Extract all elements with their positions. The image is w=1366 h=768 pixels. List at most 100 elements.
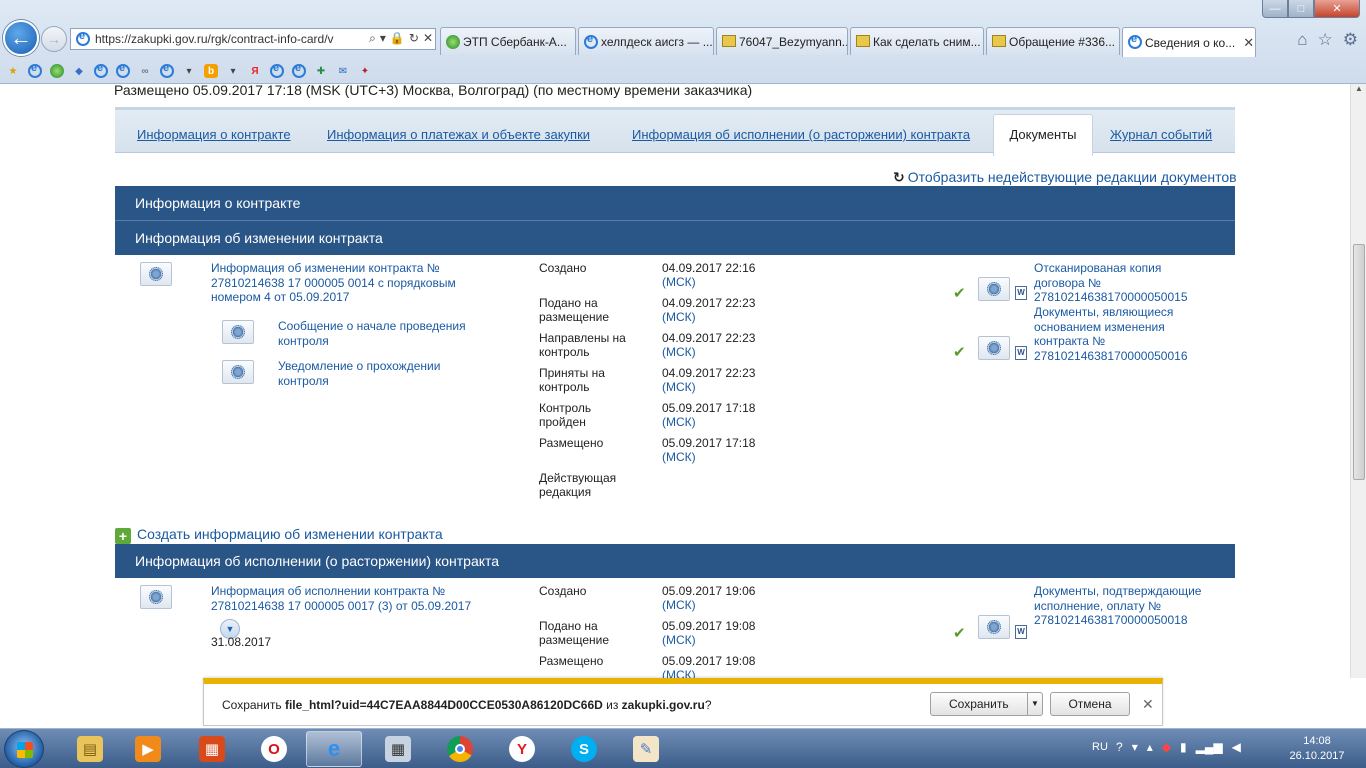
browser-tab-2[interactable]: хелпдеск аисгз — ...: [578, 27, 714, 55]
signal-icon[interactable]: ▂▄▆: [1196, 740, 1223, 754]
tab-payments-info[interactable]: Информация о платежах и объекте закупки: [327, 127, 590, 142]
certificate-icon[interactable]: [978, 277, 1010, 301]
chevron-down-icon[interactable]: ▼: [1027, 693, 1042, 715]
certificate-icon[interactable]: [222, 320, 254, 344]
paint-app[interactable]: ✎: [618, 731, 674, 767]
fav-ie-icon[interactable]: [292, 62, 306, 78]
favorites-icon[interactable]: ☆: [1318, 30, 1333, 50]
clock[interactable]: 14:08 26.10.2017: [1286, 734, 1348, 764]
fav-gift-icon[interactable]: ✚: [314, 64, 328, 78]
certificate-icon[interactable]: [140, 585, 172, 609]
fav-mail-icon[interactable]: ✉: [336, 64, 350, 78]
browser-tab-5[interactable]: Обращение #336...: [986, 27, 1120, 55]
skype-app[interactable]: S: [556, 731, 612, 767]
download-prefix: Сохранить: [222, 698, 285, 712]
lock-icon[interactable]: 🔒: [390, 31, 405, 46]
status-label: Приняты на контроль: [539, 366, 605, 394]
volume-icon[interactable]: ◀: [1232, 740, 1241, 754]
opera-app[interactable]: O: [246, 731, 302, 767]
home-icon[interactable]: ⌂: [1297, 30, 1307, 50]
certificate-icon[interactable]: [978, 336, 1010, 360]
fav-ie-icon[interactable]: [270, 62, 284, 78]
scroll-up-icon[interactable]: ▲: [1351, 84, 1366, 100]
control-passed-notice-link[interactable]: Уведомление о прохождении контроля: [278, 359, 478, 388]
fav-dropdown-icon[interactable]: ▾: [182, 64, 196, 78]
browser-tab-3[interactable]: 76047_Bezymyann...: [716, 27, 848, 55]
scroll-thumb[interactable]: [1353, 244, 1365, 480]
fav-link-icon[interactable]: ∞: [138, 64, 152, 78]
vertical-scrollbar[interactable]: ▲: [1350, 84, 1366, 678]
arrow-left-icon: ←: [10, 25, 32, 50]
yandex-app[interactable]: Y: [494, 731, 550, 767]
refresh-icon[interactable]: ↻: [409, 31, 419, 46]
back-button[interactable]: ←: [3, 20, 39, 56]
favorites-star-icon[interactable]: ★: [6, 64, 20, 78]
search-icon[interactable]: ⌕: [369, 31, 376, 46]
word-document-icon[interactable]: W: [1015, 625, 1027, 639]
fav-emblem-icon[interactable]: ✦: [358, 64, 372, 78]
close-tab-icon[interactable]: ✕: [1235, 35, 1254, 51]
execution-docs-link[interactable]: Документы, подтверждающие исполнение, оп…: [1034, 584, 1204, 628]
language-indicator[interactable]: RU: [1092, 741, 1108, 753]
help-icon[interactable]: ?: [1116, 740, 1123, 754]
explorer-app[interactable]: ▤: [62, 731, 118, 767]
change-info-link[interactable]: Информация об изменении контракта № 2781…: [211, 261, 481, 305]
fav-diamond-icon[interactable]: ◆: [72, 64, 86, 78]
chevron-down-icon: ▼: [225, 624, 235, 634]
save-button[interactable]: Сохранить ▼: [930, 692, 1043, 716]
certificate-icon[interactable]: [222, 360, 254, 384]
word-document-icon[interactable]: W: [1015, 286, 1027, 300]
certificate-icon[interactable]: [978, 615, 1010, 639]
gear-icon[interactable]: ⚙: [1343, 30, 1358, 50]
tray-expand-icon[interactable]: ▴: [1147, 740, 1153, 754]
stop-icon[interactable]: ✕: [423, 31, 433, 46]
close-window-button[interactable]: ✕: [1314, 0, 1360, 18]
fav-sberbank-icon[interactable]: [50, 64, 64, 78]
forward-button[interactable]: →: [41, 26, 67, 52]
usb-icon[interactable]: ▮: [1180, 740, 1187, 754]
change-basis-docs-link[interactable]: Документы, являющиеся основанием изменен…: [1034, 305, 1204, 363]
fav-ie-icon[interactable]: [116, 62, 130, 78]
cancel-button[interactable]: Отмена: [1050, 692, 1130, 716]
fav-ie-icon[interactable]: [28, 62, 42, 78]
word-document-icon[interactable]: W: [1015, 346, 1027, 360]
dropdown-icon[interactable]: ▾: [380, 31, 386, 46]
tab-contract-info[interactable]: Информация о контракте: [137, 127, 291, 142]
execution-info-link[interactable]: Информация об исполнении контракта № 278…: [211, 584, 491, 613]
show-inactive-link[interactable]: ↻ Отобразить недействующие редакции докум…: [893, 169, 1237, 186]
status-label: Подано на размещение: [539, 619, 610, 647]
control-start-message-link[interactable]: Сообщение о начале проведения контроля: [278, 319, 488, 348]
minimize-button[interactable]: —: [1262, 0, 1288, 18]
address-bar[interactable]: https://zakupki.gov.ru/rgk/contract-info…: [70, 28, 436, 50]
media-player-app[interactable]: ▶: [120, 731, 176, 767]
calculator-app[interactable]: ▦: [370, 731, 426, 767]
execution-date: 31.08.2017: [211, 635, 272, 649]
status-date: 04.09.2017 22:23: [662, 366, 756, 380]
scanned-contract-link[interactable]: Отсканированая копия договора № 27810214…: [1034, 261, 1214, 305]
browser-tab-4[interactable]: Как сделать сним...: [850, 27, 984, 55]
office-app[interactable]: ▦: [184, 731, 240, 767]
tab-documents[interactable]: Документы: [993, 114, 1093, 156]
fav-yandex-icon[interactable]: Я: [248, 64, 262, 78]
close-icon[interactable]: ✕: [1142, 696, 1154, 713]
antivirus-icon[interactable]: ◆: [1162, 740, 1171, 754]
fav-dropdown-icon[interactable]: ▾: [226, 64, 240, 78]
certificate-icon[interactable]: [140, 262, 172, 286]
timezone-label: (МСК): [662, 668, 696, 678]
tab-label: Обращение #336...: [1009, 34, 1116, 49]
browser-tab-1[interactable]: ЭТП Сбербанк-А...: [440, 27, 576, 55]
fav-ie-icon[interactable]: [94, 62, 108, 78]
tab-execution-info[interactable]: Информация об исполнении (о расторжении)…: [632, 127, 970, 142]
maximize-button[interactable]: □: [1288, 0, 1314, 18]
browser-tab-active[interactable]: Сведения о ко... ✕: [1122, 27, 1256, 57]
create-change-info-link[interactable]: + Создать информацию об изменении контрак…: [115, 526, 443, 544]
ie-app[interactable]: e: [306, 731, 362, 767]
fav-ie-icon[interactable]: [160, 62, 174, 78]
seal-icon: [149, 590, 163, 604]
fav-bing-icon[interactable]: b: [204, 64, 218, 78]
start-button[interactable]: [4, 730, 44, 768]
address-tools: ⌕ ▾ 🔒 ↻ ✕: [365, 31, 433, 46]
tray-dropdown-icon[interactable]: ▾: [1132, 740, 1138, 754]
tab-event-log[interactable]: Журнал событий: [1110, 127, 1212, 142]
chrome-app[interactable]: [432, 731, 488, 767]
